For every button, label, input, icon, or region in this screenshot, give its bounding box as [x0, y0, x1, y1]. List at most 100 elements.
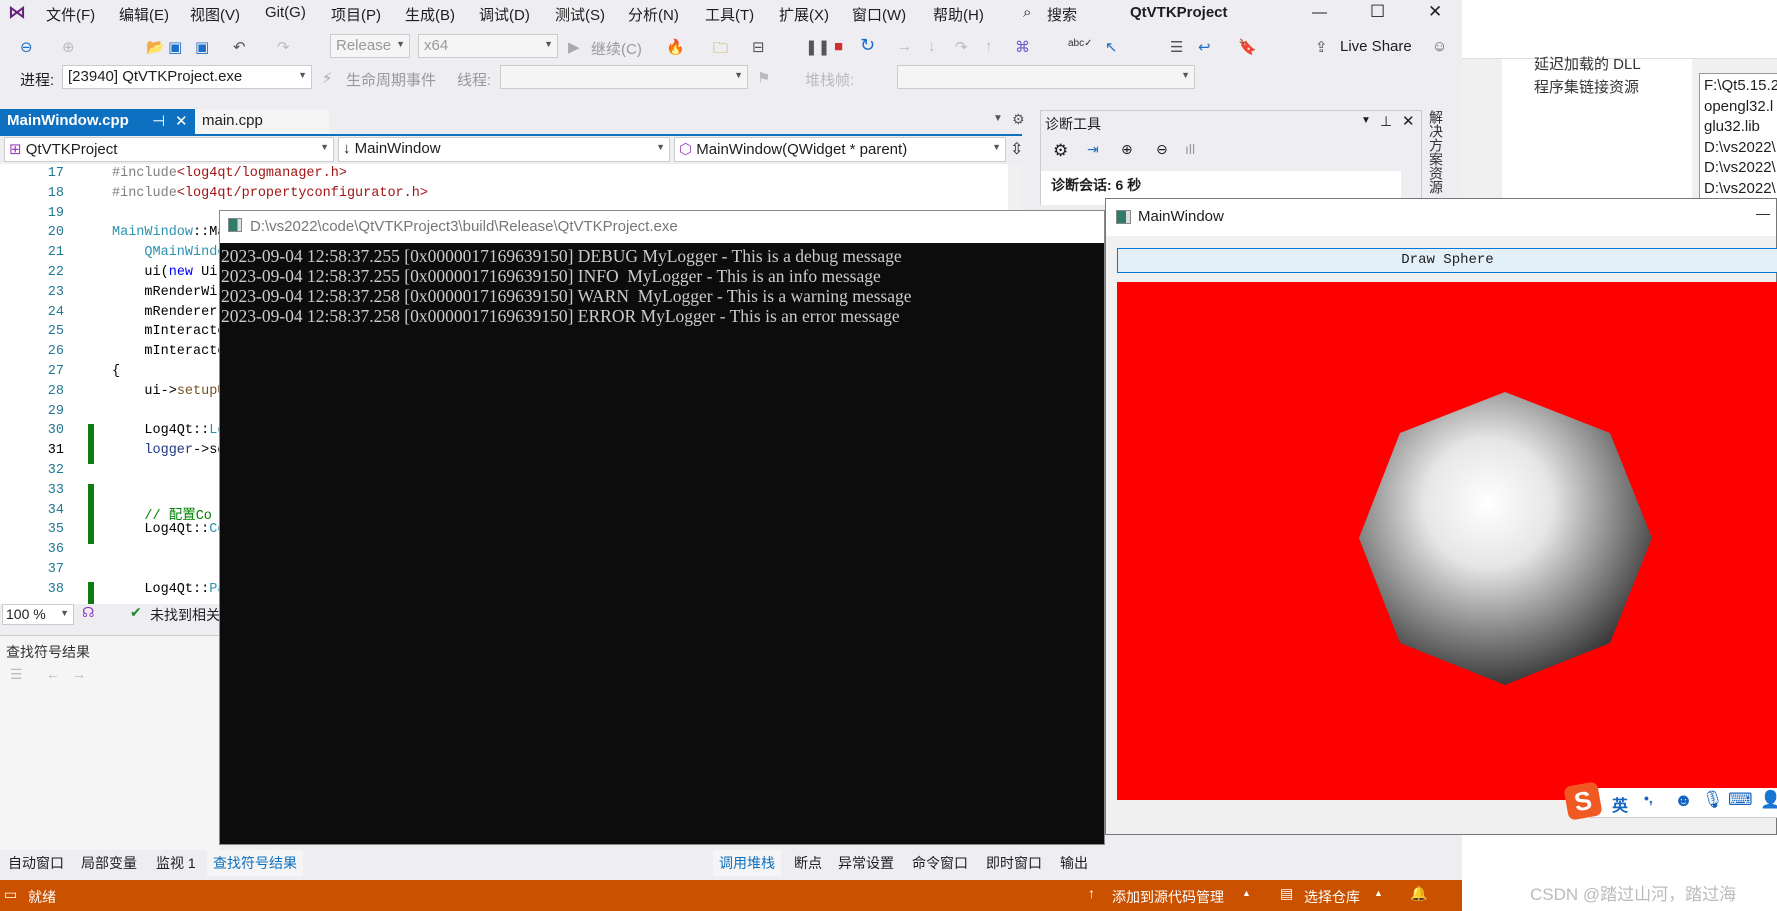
step-out-icon[interactable]: ↑ — [985, 38, 993, 55]
menu-test[interactable]: 测试(S) — [555, 4, 605, 25]
stack-frame-select[interactable]: ▼ — [897, 65, 1195, 89]
intellicode-icon[interactable]: ☊ — [82, 604, 94, 621]
step-into-icon[interactable]: ↓ — [928, 38, 936, 55]
lifecycle-icon[interactable]: ⚡ — [322, 69, 333, 87]
draw-sphere-button[interactable]: Draw Sphere — [1117, 248, 1777, 273]
settings-icon[interactable]: ⚙ — [1053, 141, 1068, 161]
code-line[interactable]: MainWindow::Ma — [112, 225, 225, 240]
menu-analyze[interactable]: 分析(N) — [628, 4, 679, 25]
code-line[interactable]: ui->setupU — [112, 384, 225, 399]
window-layout-icon[interactable]: ⊟ — [752, 38, 765, 56]
menu-build[interactable]: 生成(B) — [405, 4, 455, 25]
notification-bell-icon[interactable]: 🔔 — [1410, 885, 1427, 902]
undo-icon[interactable]: ↶ — [233, 38, 246, 56]
clear-icon[interactable]: ☰ — [10, 666, 23, 683]
wrap-icon[interactable]: ↩ — [1198, 38, 1211, 56]
menu-file[interactable]: 文件(F) — [46, 4, 95, 25]
tab-mainwindow-cpp[interactable]: MainWindow.cpp ⊣ ✕ — [0, 109, 195, 134]
continue-icon[interactable]: ▶ — [568, 38, 580, 56]
ime-punct-toggle[interactable]: •, — [1644, 790, 1653, 806]
spell-check-icon[interactable]: abc✓ — [1068, 38, 1093, 49]
diagram-icon[interactable]: ⌘ — [1015, 38, 1030, 56]
indent-icon[interactable]: ☰ — [1170, 38, 1183, 56]
find-folder-icon[interactable]: 🗀 — [713, 38, 728, 63]
pin-icon[interactable]: ⊥ — [1380, 113, 1392, 130]
restart-icon[interactable]: ↻ — [860, 35, 875, 56]
next-icon[interactable]: → — [72, 666, 86, 682]
chart-icon[interactable]: ıll — [1185, 141, 1195, 157]
user-icon[interactable]: 👤 — [1760, 790, 1777, 810]
code-line[interactable]: { — [112, 364, 120, 379]
settings-icon[interactable]: ⚙ — [1012, 111, 1025, 128]
code-line[interactable]: ui(new Ui — [112, 265, 217, 280]
code-line[interactable]: #include<log4qt/propertyconfigurator.h> — [112, 186, 428, 201]
prev-icon[interactable]: ← — [46, 666, 60, 682]
tab-autos[interactable]: 自动窗口 — [8, 853, 64, 873]
project-nav-select[interactable]: ⊞ QtVTKProject ▼ — [4, 137, 334, 162]
tab-main-cpp[interactable]: main.cpp — [195, 109, 329, 134]
save-all-icon[interactable]: ▣ — [195, 38, 209, 56]
cursor-icon[interactable]: ↖ — [1105, 38, 1118, 56]
sogou-logo-icon[interactable]: S — [1563, 781, 1603, 821]
maximize-button[interactable]: ☐ — [1370, 2, 1385, 22]
continue-button[interactable]: 继续(C) — [591, 38, 642, 59]
ime-lang-toggle[interactable]: 英 — [1612, 792, 1628, 816]
code-line[interactable]: mRenderWi — [112, 285, 217, 300]
panel-menu-icon[interactable]: ▼ — [1361, 115, 1371, 126]
keyboard-icon[interactable]: ⌨ — [1728, 790, 1753, 810]
menu-view[interactable]: 视图(V) — [190, 4, 240, 25]
close-tab-icon[interactable]: ✕ — [175, 112, 188, 130]
forward-icon[interactable]: ⊕ — [62, 38, 75, 56]
stop-icon[interactable]: ■ — [834, 38, 843, 55]
zoom-in-icon[interactable]: ⊕ — [1121, 141, 1133, 158]
add-source-control-button[interactable]: 添加到源代码管理 — [1112, 887, 1224, 907]
show-next-statement-icon[interactable]: → — [897, 38, 912, 55]
open-folder-icon[interactable]: 📂 — [146, 38, 165, 56]
close-button[interactable]: ✕ — [1428, 2, 1442, 22]
close-panel-icon[interactable]: ✕ — [1402, 112, 1415, 130]
code-line[interactable]: logger->se — [112, 443, 225, 458]
code-line[interactable]: // 配置Co — [112, 503, 212, 524]
tab-call-stack[interactable]: 调用堆栈 — [713, 850, 781, 876]
code-line[interactable]: mRenderer — [112, 305, 217, 320]
menu-edit[interactable]: 编辑(E) — [119, 4, 169, 25]
minimize-button[interactable]: — — [1312, 4, 1327, 21]
step-over-icon[interactable]: ↷ — [955, 38, 968, 56]
tab-command[interactable]: 命令窗口 — [912, 853, 968, 873]
process-select[interactable]: [23940] QtVTKProject.exe ▼ — [62, 65, 312, 89]
pin-icon[interactable]: ⊣ — [152, 112, 165, 130]
tab-watch[interactable]: 监视 1 — [156, 853, 196, 873]
code-line[interactable]: mInteracto — [112, 344, 225, 359]
menu-extensions[interactable]: 扩展(X) — [779, 4, 829, 25]
zoom-out-icon[interactable]: ⊖ — [1156, 141, 1168, 158]
code-line[interactable]: Log4Qt::Pa — [112, 582, 225, 597]
search-button[interactable]: 搜索 — [1047, 4, 1077, 25]
vtk-render-view[interactable] — [1117, 282, 1777, 800]
tab-locals[interactable]: 局部变量 — [81, 853, 137, 873]
feedback-icon[interactable]: ☺ — [1432, 38, 1447, 55]
issues-status[interactable]: 未找到相关 — [150, 605, 220, 625]
code-line[interactable]: QMainWindo — [112, 245, 225, 260]
tab-output[interactable]: 输出 — [1060, 853, 1088, 873]
tab-immediate[interactable]: 即时窗口 — [986, 853, 1042, 873]
split-icon[interactable]: ⇳ — [1010, 139, 1023, 159]
code-line[interactable]: Log4Qt::Co — [112, 522, 225, 537]
redo-icon[interactable]: ↷ — [277, 38, 290, 56]
code-line[interactable]: Log4Qt::Lo — [112, 423, 225, 438]
live-share-button[interactable]: Live Share — [1340, 38, 1412, 55]
search-icon[interactable]: ⌕ — [1023, 4, 1031, 21]
hot-reload-icon[interactable]: 🔥 — [666, 38, 685, 56]
member-nav-select[interactable]: ⬡ MainWindow(QWidget * parent) ▼ — [674, 137, 1006, 162]
select-repo-button[interactable]: 选择仓库 — [1304, 887, 1360, 907]
live-share-icon[interactable]: ⇪ — [1315, 38, 1328, 56]
menu-git[interactable]: Git(G) — [265, 4, 306, 21]
menu-tools[interactable]: 工具(T) — [705, 4, 754, 25]
emoji-icon[interactable]: ☻ — [1674, 790, 1693, 811]
menu-window[interactable]: 窗口(W) — [852, 4, 906, 25]
tab-exceptions[interactable]: 异常设置 — [838, 853, 894, 873]
bookmark-icon[interactable]: 🔖 — [1238, 38, 1257, 56]
tab-overflow-icon[interactable]: ▼ — [993, 113, 1003, 124]
configuration-select[interactable]: Release ▼ — [330, 34, 410, 58]
microphone-icon[interactable]: 🎙 — [1702, 790, 1724, 810]
qt-minimize-button[interactable]: — — [1756, 205, 1770, 221]
